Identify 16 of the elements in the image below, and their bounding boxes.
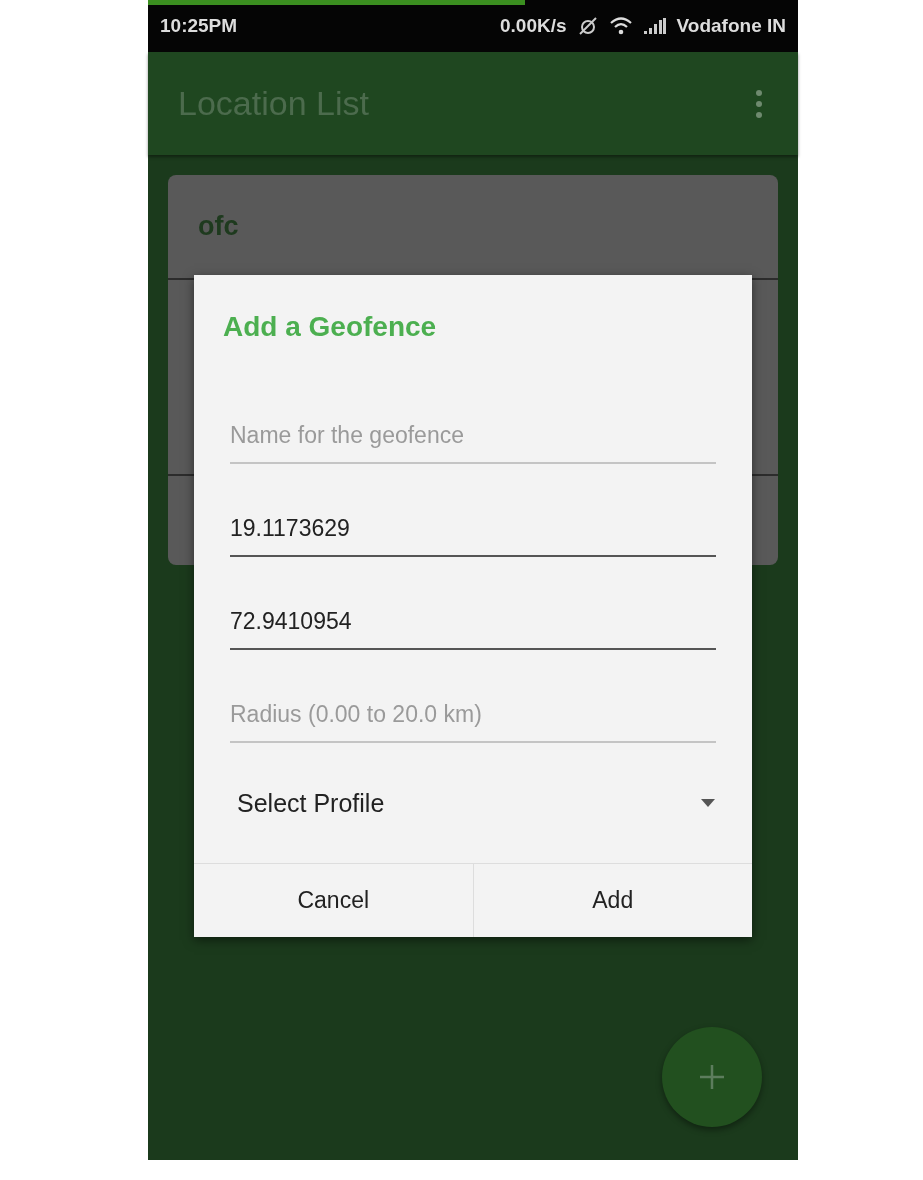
dialog-title: Add a Geofence — [222, 310, 438, 344]
dialog-button[interactable]: Add — [472, 864, 752, 937]
profile-dropdown[interactable]: Select Profile — [194, 743, 752, 863]
input-field[interactable]: 72.9410954 — [230, 557, 716, 650]
dialog-button[interactable]: Cancel — [194, 864, 473, 937]
status-time: 10:25PM — [160, 15, 238, 37]
input-field[interactable]: Radius (0.00 to 20.0 km) — [230, 650, 716, 743]
network-speed: 0.00K/s — [500, 15, 567, 37]
input-field[interactable]: 19.1173629 — [230, 464, 716, 557]
carrier-name: Vodafone IN — [676, 15, 786, 37]
signal-icon — [642, 17, 667, 35]
input-field[interactable]: Name for the geofence — [230, 371, 716, 464]
overflow-menu-icon[interactable] — [754, 88, 764, 119]
wifi-icon — [608, 16, 633, 36]
dropdown-caret-icon — [700, 798, 716, 808]
plus-icon — [698, 1063, 726, 1091]
